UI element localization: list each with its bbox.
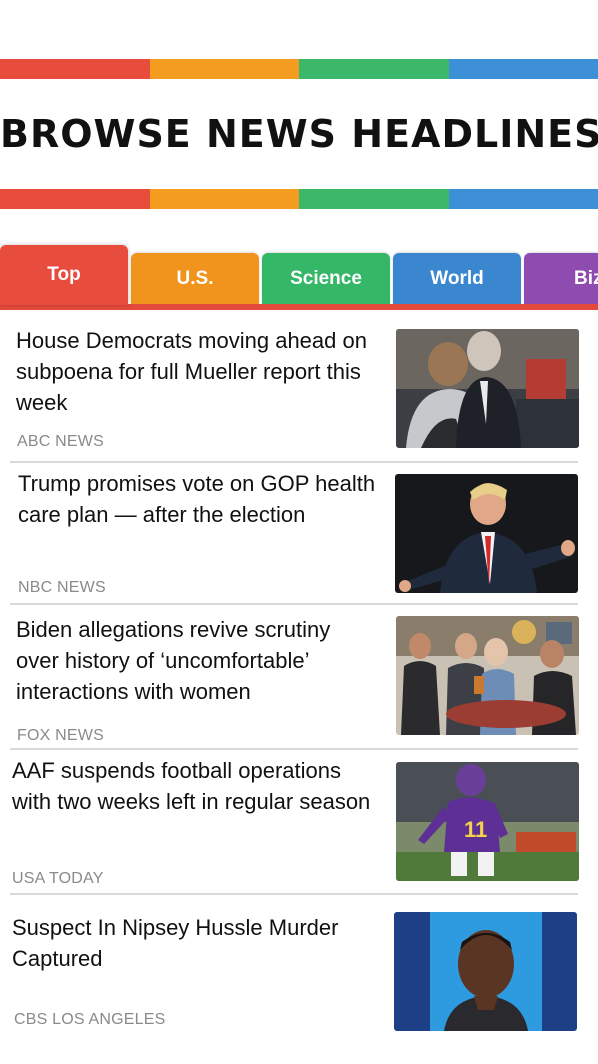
stripe-orange <box>149 59 299 79</box>
tab-top[interactable]: Top <box>0 245 128 305</box>
tab-world[interactable]: World <box>393 253 521 305</box>
two-men-outdoors-photo <box>396 329 579 448</box>
article-source: USA TODAY <box>12 870 104 887</box>
suspect-portrait-photo <box>394 912 577 1031</box>
stripe-red <box>0 189 150 209</box>
stripe-blue <box>448 59 598 79</box>
article-headline[interactable]: Biden allegations revive scrutiny over h… <box>16 614 376 707</box>
article-source: ABC NEWS <box>17 433 104 450</box>
diner-group-photo <box>396 616 579 735</box>
article-thumbnail[interactable] <box>395 474 578 593</box>
tab-label: Science <box>290 268 362 289</box>
stripe-blue <box>448 189 598 209</box>
category-tabs: Top U.S. Science World Biz <box>0 245 598 311</box>
page-title: BROWSE NEWS HEADLINES <box>0 112 598 156</box>
stripe-green <box>299 189 449 209</box>
color-stripe-top <box>0 59 598 79</box>
list-item[interactable]: AAF suspends football operations with tw… <box>0 750 598 895</box>
tab-label: Biz <box>574 268 598 289</box>
tab-us[interactable]: U.S. <box>131 253 259 305</box>
article-source: NBC NEWS <box>18 579 106 596</box>
article-headline[interactable]: Suspect In Nipsey Hussle Murder Captured <box>12 912 372 974</box>
tab-biz[interactable]: Biz <box>524 253 598 305</box>
list-item[interactable]: Trump promises vote on GOP health care p… <box>0 463 598 605</box>
tab-science[interactable]: Science <box>262 253 390 305</box>
list-item[interactable]: Suspect In Nipsey Hussle Murder Captured… <box>0 895 598 1040</box>
tab-label: Top <box>47 264 81 285</box>
article-headline[interactable]: AAF suspends football operations with tw… <box>12 755 372 817</box>
tab-label: U.S. <box>176 268 214 289</box>
stripe-green <box>299 59 449 79</box>
article-source: FOX NEWS <box>17 727 104 744</box>
article-headline[interactable]: House Democrats moving ahead on subpoena… <box>16 325 376 418</box>
article-thumbnail[interactable] <box>394 912 577 1031</box>
article-thumbnail[interactable]: 11 <box>396 762 579 881</box>
article-source: CBS LOS ANGELES <box>14 1011 166 1028</box>
article-headline[interactable]: Trump promises vote on GOP health care p… <box>18 468 378 530</box>
article-thumbnail[interactable] <box>396 329 579 448</box>
tab-label: World <box>430 268 484 289</box>
football-player-photo: 11 <box>396 762 579 881</box>
color-stripe-bottom <box>0 189 598 209</box>
svg-text:11: 11 <box>464 817 487 842</box>
list-item[interactable]: House Democrats moving ahead on subpoena… <box>0 311 598 463</box>
list-item[interactable]: Biden allegations revive scrutiny over h… <box>0 605 598 750</box>
stripe-red <box>0 59 150 79</box>
article-thumbnail[interactable] <box>396 616 579 735</box>
stripe-orange <box>149 189 299 209</box>
man-speaking-red-tie-photo <box>395 474 578 593</box>
